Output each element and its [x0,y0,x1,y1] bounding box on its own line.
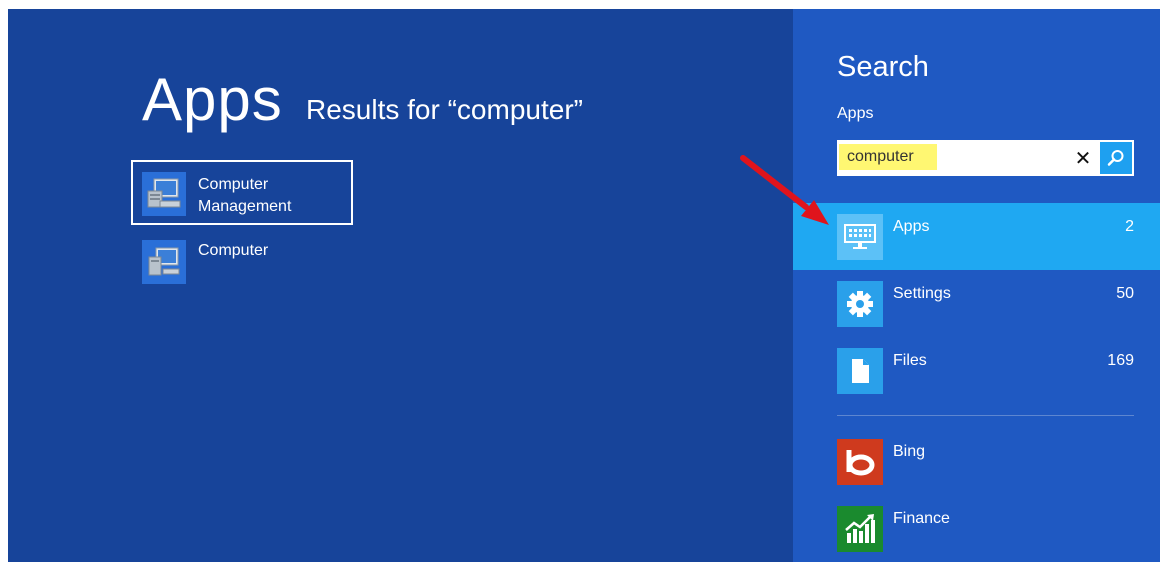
search-title: Search [837,51,929,83]
close-icon: ✕ [1074,146,1092,170]
category-apps[interactable]: Apps 2 [793,203,1160,270]
category-name: Settings [893,285,951,302]
result-computer-management[interactable]: Computer Management [131,160,353,225]
app-name: Bing [893,443,926,460]
file-icon [837,348,883,394]
search-icon [1107,150,1124,166]
category-count: 50 [1116,285,1134,302]
category-name: Apps [893,218,930,235]
category-files[interactable]: Files 169 [793,337,1160,404]
category-settings[interactable]: Settings 50 [793,270,1160,337]
finance-chart-icon [837,506,883,552]
gear-icon [837,281,883,327]
result-computer[interactable]: Computer [131,228,353,293]
results-label: Results for “computer” [306,94,583,125]
divider [837,415,1134,416]
computer-management-icon [142,172,186,216]
app-bing[interactable]: Bing [793,429,1160,496]
page-title: Apps [142,66,283,133]
bing-icon [837,439,883,485]
result-label: Computer Management [198,176,292,215]
category-count: 169 [1107,352,1134,369]
category-count: 2 [1125,218,1134,235]
app-finance[interactable]: Finance [793,496,1160,562]
start-screen: Apps Results for “computer” Computer Man… [8,9,1160,562]
search-button[interactable] [1100,142,1132,174]
search-box: ✕ [837,140,1134,176]
result-label: Computer [198,242,269,259]
computer-icon [142,240,186,284]
app-name: Finance [893,510,950,527]
category-name: Files [893,352,927,369]
search-scope-label: Apps [837,105,874,122]
clear-button[interactable]: ✕ [1069,143,1097,173]
search-charm-panel: Search Apps ✕ [793,9,1160,562]
search-input[interactable] [839,144,937,170]
apps-keyboard-icon [837,214,883,260]
